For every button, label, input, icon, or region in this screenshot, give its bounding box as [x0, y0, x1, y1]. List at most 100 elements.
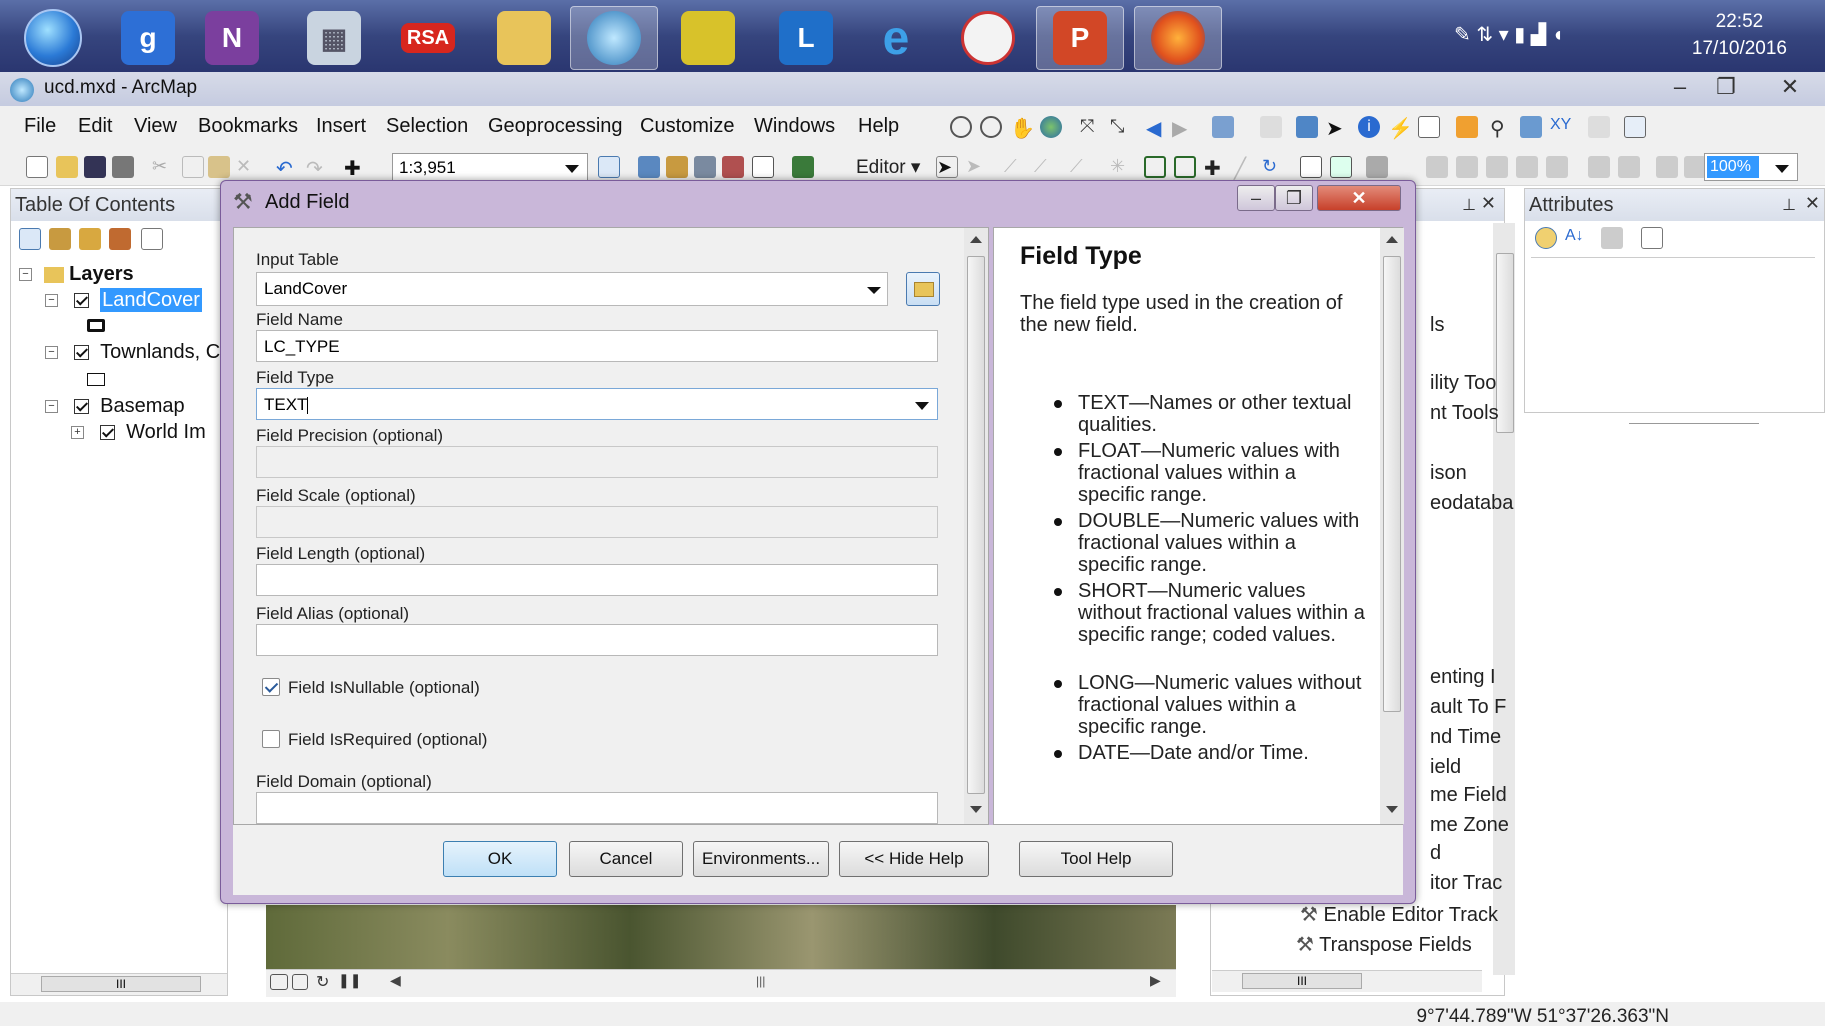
field-type-dropdown[interactable]: TEXT	[256, 388, 938, 420]
new-document-icon[interactable]	[26, 156, 48, 178]
polygon-symbol-icon[interactable]	[87, 319, 105, 332]
catalog-fragment[interactable]: itor Trac	[1430, 872, 1502, 895]
layout-tool-4-icon[interactable]	[1516, 156, 1538, 178]
curve-icon[interactable]: ⟋	[1034, 156, 1056, 178]
arctoolbox-icon[interactable]	[722, 156, 744, 178]
clear-selection-icon[interactable]	[1260, 116, 1282, 138]
close-icon[interactable]: ✕	[1481, 193, 1496, 214]
scroll-down-icon[interactable]	[970, 806, 982, 813]
menu-insert[interactable]: Insert	[316, 115, 366, 138]
field-isnullable-checkbox[interactable]	[262, 678, 280, 696]
redo-icon[interactable]: ↷	[306, 156, 328, 180]
taskbar-google[interactable]: g	[104, 6, 192, 70]
tool-help-button[interactable]: Tool Help	[1019, 841, 1173, 877]
map-scale-dropdown[interactable]: 1:3,951	[392, 153, 588, 181]
polygon-symbol-icon[interactable]	[87, 373, 105, 386]
select-features-icon[interactable]	[1212, 116, 1234, 138]
layer-name-world-imagery[interactable]: World Im	[126, 421, 206, 443]
pause-drawing-icon[interactable]: ❚❚	[338, 972, 361, 994]
catalog-vertical-scrollbar[interactable]	[1493, 223, 1515, 975]
paste-icon[interactable]	[208, 156, 230, 178]
catalog-tool-transpose-fields[interactable]: ⚒ Transpose Fields	[1296, 932, 1472, 957]
fixed-zoom-out-icon[interactable]: ⤡	[1110, 116, 1132, 138]
layout-tool-9-icon[interactable]	[1684, 156, 1706, 178]
toc-layer-landcover[interactable]: − LandCover	[45, 288, 202, 312]
split-icon[interactable]: ╱	[1234, 156, 1256, 180]
catalog-fragment[interactable]: ility Too	[1430, 372, 1496, 395]
toc-layer-townlands[interactable]: − Townlands, C	[45, 341, 220, 364]
zoom-out-icon[interactable]	[980, 116, 1002, 138]
field-precision-input[interactable]	[256, 446, 938, 478]
scrollbar-thumb[interactable]	[1496, 253, 1514, 433]
map-view[interactable]	[266, 905, 1176, 969]
cut-polygons-icon[interactable]: ✚	[1204, 156, 1226, 180]
taskbar-calculator[interactable]: ▦	[290, 6, 378, 70]
attributes-options-icon[interactable]	[1641, 227, 1663, 249]
field-length-input[interactable]	[256, 564, 938, 596]
select-elements-icon[interactable]: ➤	[1326, 116, 1348, 140]
layer-visibility-checkbox[interactable]	[99, 425, 115, 441]
sort-alphabetical-icon[interactable]: A↓	[1565, 227, 1587, 249]
refresh-icon[interactable]: ↻	[316, 972, 338, 994]
back-icon[interactable]: ◀	[1146, 116, 1168, 140]
parameters-vertical-scrollbar[interactable]	[964, 228, 988, 824]
layout-tool-3-icon[interactable]	[1486, 156, 1508, 178]
identify-tool-icon[interactable]	[1296, 116, 1318, 138]
environments-button[interactable]: Environments...	[693, 841, 829, 877]
list-by-source-icon[interactable]	[49, 228, 71, 250]
catalog-tool-enable-editor-tracking[interactable]: ⚒ Enable Editor Track	[1300, 902, 1498, 927]
collapse-icon[interactable]: −	[45, 400, 58, 414]
menu-windows[interactable]: Windows	[754, 115, 835, 138]
scroll-right-icon[interactable]: ▶	[1150, 972, 1172, 994]
close-icon[interactable]: ✕	[1805, 193, 1820, 214]
toc-layers-row[interactable]: − Layers	[19, 263, 134, 286]
scroll-up-icon[interactable]	[970, 236, 982, 243]
show-all-fields-icon[interactable]	[1601, 227, 1623, 249]
scroll-left-icon[interactable]: ◀	[390, 972, 412, 994]
dialog-minimize-button[interactable]: –	[1237, 185, 1275, 211]
field-isnullable-label[interactable]: Field IsNullable (optional)	[288, 678, 480, 698]
cut-icon[interactable]: ✂	[152, 156, 174, 178]
table-icon[interactable]	[638, 156, 660, 178]
hide-help-button[interactable]: << Hide Help	[839, 841, 989, 877]
list-by-selection-icon[interactable]	[109, 228, 131, 250]
catalog-icon[interactable]	[666, 156, 688, 178]
taskbar-clock-app[interactable]	[944, 6, 1032, 70]
layer-name-townlands[interactable]: Townlands, C	[100, 341, 220, 363]
catalog-fragment[interactable]: nd Time	[1430, 726, 1501, 749]
edit-tool-icon[interactable]: ➤	[936, 156, 958, 178]
layout-zoom-dropdown[interactable]: 100%	[1704, 153, 1798, 181]
taskbar-internet-explorer[interactable]: e	[852, 6, 940, 70]
taskbar-onenote[interactable]: N	[188, 6, 276, 70]
editor-menu[interactable]: Editor ▾	[856, 156, 920, 179]
catalog-fragment[interactable]: me Zone	[1430, 814, 1509, 837]
catalog-fragment[interactable]: d	[1430, 842, 1441, 865]
layout-tool-2-icon[interactable]	[1456, 156, 1478, 178]
tray-icons[interactable]: ✎ ⇅ ▾ ▮ ▟ ◖	[1454, 22, 1634, 52]
collapse-icon[interactable]: −	[45, 346, 58, 360]
taskbar-file-explorer[interactable]	[480, 6, 568, 70]
copy-icon[interactable]	[182, 156, 204, 178]
field-isrequired-label[interactable]: Field IsRequired (optional)	[288, 730, 487, 750]
find-route-icon[interactable]	[1520, 116, 1542, 138]
editor-toolbar-icon[interactable]	[598, 156, 620, 178]
ok-button[interactable]: OK	[443, 841, 557, 877]
html-popup-icon[interactable]	[1418, 116, 1440, 138]
list-by-visibility-icon[interactable]	[79, 228, 101, 250]
time-slider-icon[interactable]	[1588, 116, 1610, 138]
taskbar-firefox[interactable]	[1134, 6, 1222, 70]
catalog-fragment[interactable]: enting I	[1430, 666, 1496, 689]
dialog-close-button[interactable]: ✕	[1317, 185, 1401, 211]
open-folder-icon[interactable]	[56, 156, 78, 178]
taskbar-magnifier[interactable]	[570, 6, 658, 70]
catalog-fragment[interactable]: ield	[1430, 756, 1461, 779]
catalog-fragment[interactable]: ison	[1430, 462, 1467, 485]
menu-selection[interactable]: Selection	[386, 115, 468, 138]
browse-button[interactable]	[906, 272, 940, 306]
catalog-fragment[interactable]: ault To F	[1430, 696, 1506, 719]
taskbar-powerpoint[interactable]: P	[1036, 6, 1124, 70]
menu-bookmarks[interactable]: Bookmarks	[198, 115, 298, 138]
field-name-input[interactable]: LC_TYPE	[256, 330, 938, 362]
edit-annotation-icon[interactable]: ➤	[966, 156, 988, 178]
menu-help[interactable]: Help	[858, 115, 899, 138]
